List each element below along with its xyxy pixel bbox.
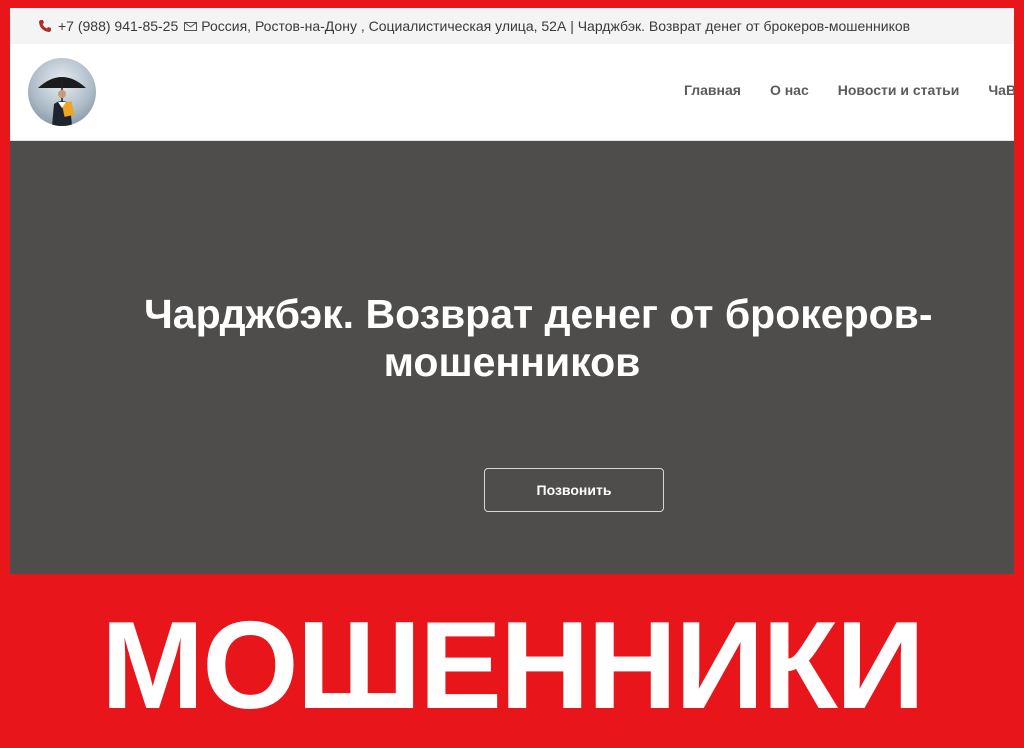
nav-item-home[interactable]: Главная (684, 82, 741, 98)
phone-number[interactable]: +7 (988) 941-85-25 (58, 18, 178, 34)
hero-title-line1: Чарджбэк. Возврат денег от брокеров- (144, 291, 933, 337)
hero-title-line2: мошенников (383, 339, 641, 385)
logo-avatar[interactable] (28, 58, 96, 126)
warning-banner: МОШЕННИКИ (100, 597, 925, 735)
site-header: Главная О нас Новости и статьи ЧаВо (10, 44, 1014, 141)
hero-title: Чарджбэк. Возврат денег от брокеров- мош… (10, 290, 1014, 386)
phone-icon (38, 19, 52, 33)
nav-item-news[interactable]: Новости и статьи (838, 82, 960, 98)
address-text: Россия, Ростов-на-Дону , Социалистическа… (201, 18, 911, 34)
call-button[interactable]: Позвонить (484, 468, 664, 512)
nav-item-about[interactable]: О нас (770, 82, 809, 98)
contact-bar: +7 (988) 941-85-25 Россия, Ростов-на-Дон… (10, 8, 1014, 44)
website-screenshot: +7 (988) 941-85-25 Россия, Ростов-на-Дон… (10, 8, 1014, 574)
main-nav: Главная О нас Новости и статьи ЧаВо (684, 82, 1014, 98)
mail-icon (184, 20, 198, 33)
nav-item-faq[interactable]: ЧаВо (988, 82, 1014, 98)
